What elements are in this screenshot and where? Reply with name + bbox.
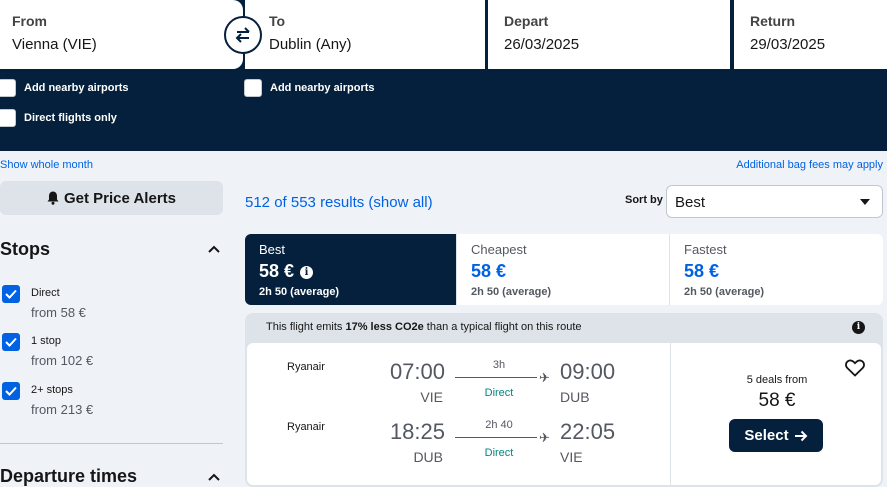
from-value: Vienna (VIE) <box>12 36 97 53</box>
plane-icon: ✈ <box>539 430 550 445</box>
checkbox-box[interactable] <box>244 79 262 97</box>
price-alerts-button[interactable]: Get Price Alerts <box>0 181 223 215</box>
checkbox-box[interactable] <box>0 79 16 97</box>
swap-button[interactable] <box>224 16 262 54</box>
flight-duration: 2h 40 <box>485 419 513 431</box>
arrival-time: 09:00 <box>560 359 616 384</box>
checkbox-checked[interactable] <box>2 285 20 303</box>
tab-average: 2h 50 (average) <box>684 286 765 298</box>
arrival-airport: VIE <box>560 449 583 465</box>
tab-best[interactable]: Best 58 € i 2h 50 (average) <box>245 234 457 305</box>
chevron-up-icon[interactable] <box>208 472 220 482</box>
itinerary[interactable]: Ryanair 07:00 VIE 3h ✈ Direct 09:00 DUB … <box>247 343 881 485</box>
from-label: From <box>12 13 47 29</box>
swap-icon <box>235 27 250 43</box>
from-field[interactable]: From Vienna (VIE) <box>0 0 243 69</box>
return-label: Return <box>750 13 796 29</box>
to-label: To <box>269 13 286 29</box>
select-label: Select <box>744 427 789 444</box>
arrow-right-icon <box>794 430 808 441</box>
airline-name: Ryanair <box>287 361 325 373</box>
sort-select[interactable]: Best <box>666 185 883 218</box>
nearby-to-checkbox[interactable]: Add nearby airports <box>244 79 375 97</box>
show-whole-month-link[interactable]: Show whole month <box>0 159 93 171</box>
tab-price: 58 € <box>259 261 295 281</box>
direct-only-checkbox[interactable]: Direct flights only <box>0 109 117 127</box>
return-field[interactable]: Return 29/03/2025 <box>734 0 887 69</box>
tab-average: 2h 50 (average) <box>259 286 340 298</box>
price-column: 5 deals from 58 € Select <box>670 343 881 485</box>
stop-price: from 58 € <box>31 305 86 320</box>
sort-by-label: Sort by <box>625 194 663 206</box>
depart-label: Depart <box>504 13 549 29</box>
nearby-from-label: Add nearby airports <box>24 82 129 94</box>
direct-only-label: Direct flights only <box>24 112 117 124</box>
stop-price: from 213 € <box>31 402 94 417</box>
return-leg: Ryanair 18:25 DUB 2h 40 ✈ Direct 22:05 V… <box>247 419 667 477</box>
airline-name: Ryanair <box>287 421 325 433</box>
stops-title: Stops <box>0 239 51 259</box>
depart-field[interactable]: Depart 26/03/2025 <box>488 0 730 69</box>
tab-label: Cheapest <box>471 242 527 257</box>
to-value: Dublin (Any) <box>269 36 352 53</box>
stop-label: Direct <box>31 287 60 299</box>
deals-label: 5 deals from <box>746 374 808 386</box>
checkbox-checked[interactable] <box>2 382 20 400</box>
outbound-leg: Ryanair 07:00 VIE 3h ✈ Direct 09:00 DUB <box>247 359 667 417</box>
result-card: This flight emits 17% less CO2e than a t… <box>245 313 883 487</box>
departure-time: 07:00 <box>389 359 445 384</box>
info-icon[interactable]: i <box>852 321 865 334</box>
tab-price: 58 € <box>471 261 507 281</box>
nearby-to-label: Add nearby airports <box>270 82 375 94</box>
checkbox-box[interactable] <box>0 109 16 127</box>
bell-icon <box>47 191 59 205</box>
tab-label: Best <box>259 242 286 257</box>
price-alerts-label: Get Price Alerts <box>64 189 176 207</box>
stops-label: Direct <box>484 447 514 459</box>
stops-label: Direct <box>484 387 514 399</box>
stop-price: from 102 € <box>31 353 94 368</box>
return-value: 29/03/2025 <box>750 36 826 53</box>
stop-label: 2+ stops <box>31 384 73 396</box>
stop-label: 1 stop <box>31 335 61 347</box>
tab-price: 58 € <box>684 261 720 281</box>
tab-cheapest[interactable]: Cheapest 58 € 2h 50 (average) <box>457 234 670 305</box>
caret-down-icon <box>860 199 870 205</box>
departure-airport: DUB <box>413 449 443 465</box>
checkbox-checked[interactable] <box>2 333 20 351</box>
sort-value: Best <box>675 194 706 211</box>
departure-time: 18:25 <box>389 419 445 444</box>
eco-message: This flight emits 17% less CO2e than a t… <box>266 321 582 333</box>
search-panel: From Vienna (VIE) To Dublin (Any) Depart… <box>0 0 887 151</box>
flight-duration: 3h <box>492 359 506 371</box>
tab-average: 2h 50 (average) <box>471 286 552 298</box>
check-icon <box>5 337 17 347</box>
sort-tabs: Best 58 € i 2h 50 (average) Cheapest 58 €… <box>245 234 883 305</box>
depart-value: 26/03/2025 <box>504 36 580 53</box>
info-icon[interactable]: i <box>300 266 314 279</box>
bag-fees-link[interactable]: Additional bag fees may apply <box>736 159 883 171</box>
card-price: 58 € <box>758 390 796 411</box>
plane-icon: ✈ <box>539 370 550 385</box>
departure-airport: VIE <box>420 389 443 405</box>
select-button[interactable]: Select <box>729 419 823 452</box>
tab-fastest[interactable]: Fastest 58 € 2h 50 (average) <box>670 234 883 305</box>
results-count-link[interactable]: 512 of 553 results (show all) <box>245 194 433 211</box>
route-line <box>455 437 537 438</box>
arrival-airport: DUB <box>560 389 590 405</box>
sidebar-divider <box>0 443 223 444</box>
chevron-up-icon[interactable] <box>208 244 220 254</box>
arrival-time: 22:05 <box>560 419 616 444</box>
nearby-from-checkbox[interactable]: Add nearby airports <box>0 79 129 97</box>
check-icon <box>5 289 17 299</box>
route-line <box>455 377 537 378</box>
tab-label: Fastest <box>684 242 727 257</box>
to-field[interactable]: To Dublin (Any) <box>245 0 485 69</box>
check-icon <box>5 386 17 396</box>
departure-times-title: Departure times <box>0 466 138 486</box>
